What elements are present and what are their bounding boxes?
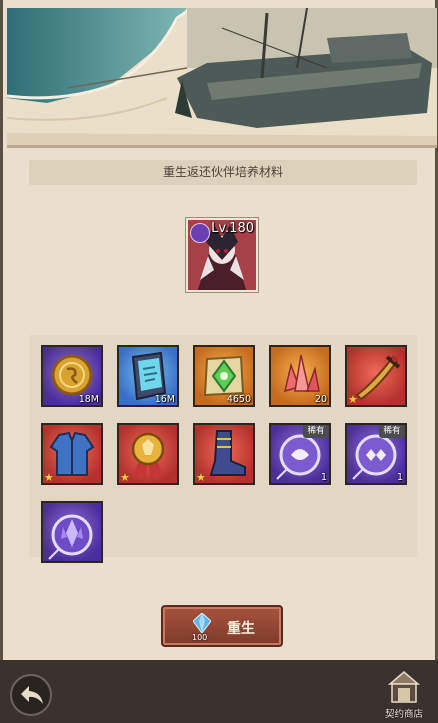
shop-label: 契约商店 [384,709,423,720]
material-item[interactable]: 16M [117,345,179,407]
diamond-icon [193,613,211,633]
back-button[interactable] [10,674,52,716]
material-count: 20 [314,394,327,405]
rarity-tag: 稀有 [303,425,329,438]
rebirth-button[interactable]: 100 重生 [161,605,283,647]
page-title: 重生返还伙伴培养材料 [162,165,283,179]
material-item[interactable]: ★ [41,423,103,485]
rebirth-panel: 重生返还伙伴培养材料 Lv.180 18M 16M 4650 20 ★ ★ ★ … [0,0,438,660]
star-icon: ★ [348,393,358,406]
material-count: 1 [396,472,403,483]
hero-level: Lv.180 [211,221,254,236]
crystal-orb-icon [48,514,93,560]
material-count: 1 [320,472,327,483]
material-item[interactable]: 稀有 1 [269,423,331,485]
star-icon: ★ [120,471,130,484]
material-item[interactable]: 20 [269,345,331,407]
star-icon: ★ [44,471,54,484]
hero-portrait[interactable]: Lv.180 [185,217,259,293]
title-bar: 重生返还伙伴培养材料 [29,160,417,185]
material-count: 16M [154,394,175,405]
rebirth-label: 重生 [227,621,255,637]
material-item[interactable] [41,501,103,563]
material-item[interactable]: 稀有 1 [345,423,407,485]
material-item[interactable]: ★ [193,423,255,485]
material-item[interactable]: ★ [117,423,179,485]
material-item[interactable]: 4650 [193,345,255,407]
bottom-bar: 契约商店 [0,660,438,723]
rebirth-cost: 100 [192,633,208,642]
class-emblem-icon [190,223,210,243]
material-count: 18M [78,394,99,405]
material-item[interactable]: 18M [41,345,103,407]
material-grid: 18M 16M 4650 20 ★ ★ ★ ★ 稀有 1 稀有 1 [29,335,417,563]
back-arrow-icon [21,686,43,704]
shop-icon [387,671,421,703]
rarity-tag: 稀有 [379,425,405,438]
material-item[interactable]: ★ [345,345,407,407]
shipwreck-banner [7,8,437,148]
contract-shop-button[interactable]: 契约商店 [378,668,430,720]
star-icon: ★ [196,471,206,484]
material-count: 4650 [226,394,251,405]
